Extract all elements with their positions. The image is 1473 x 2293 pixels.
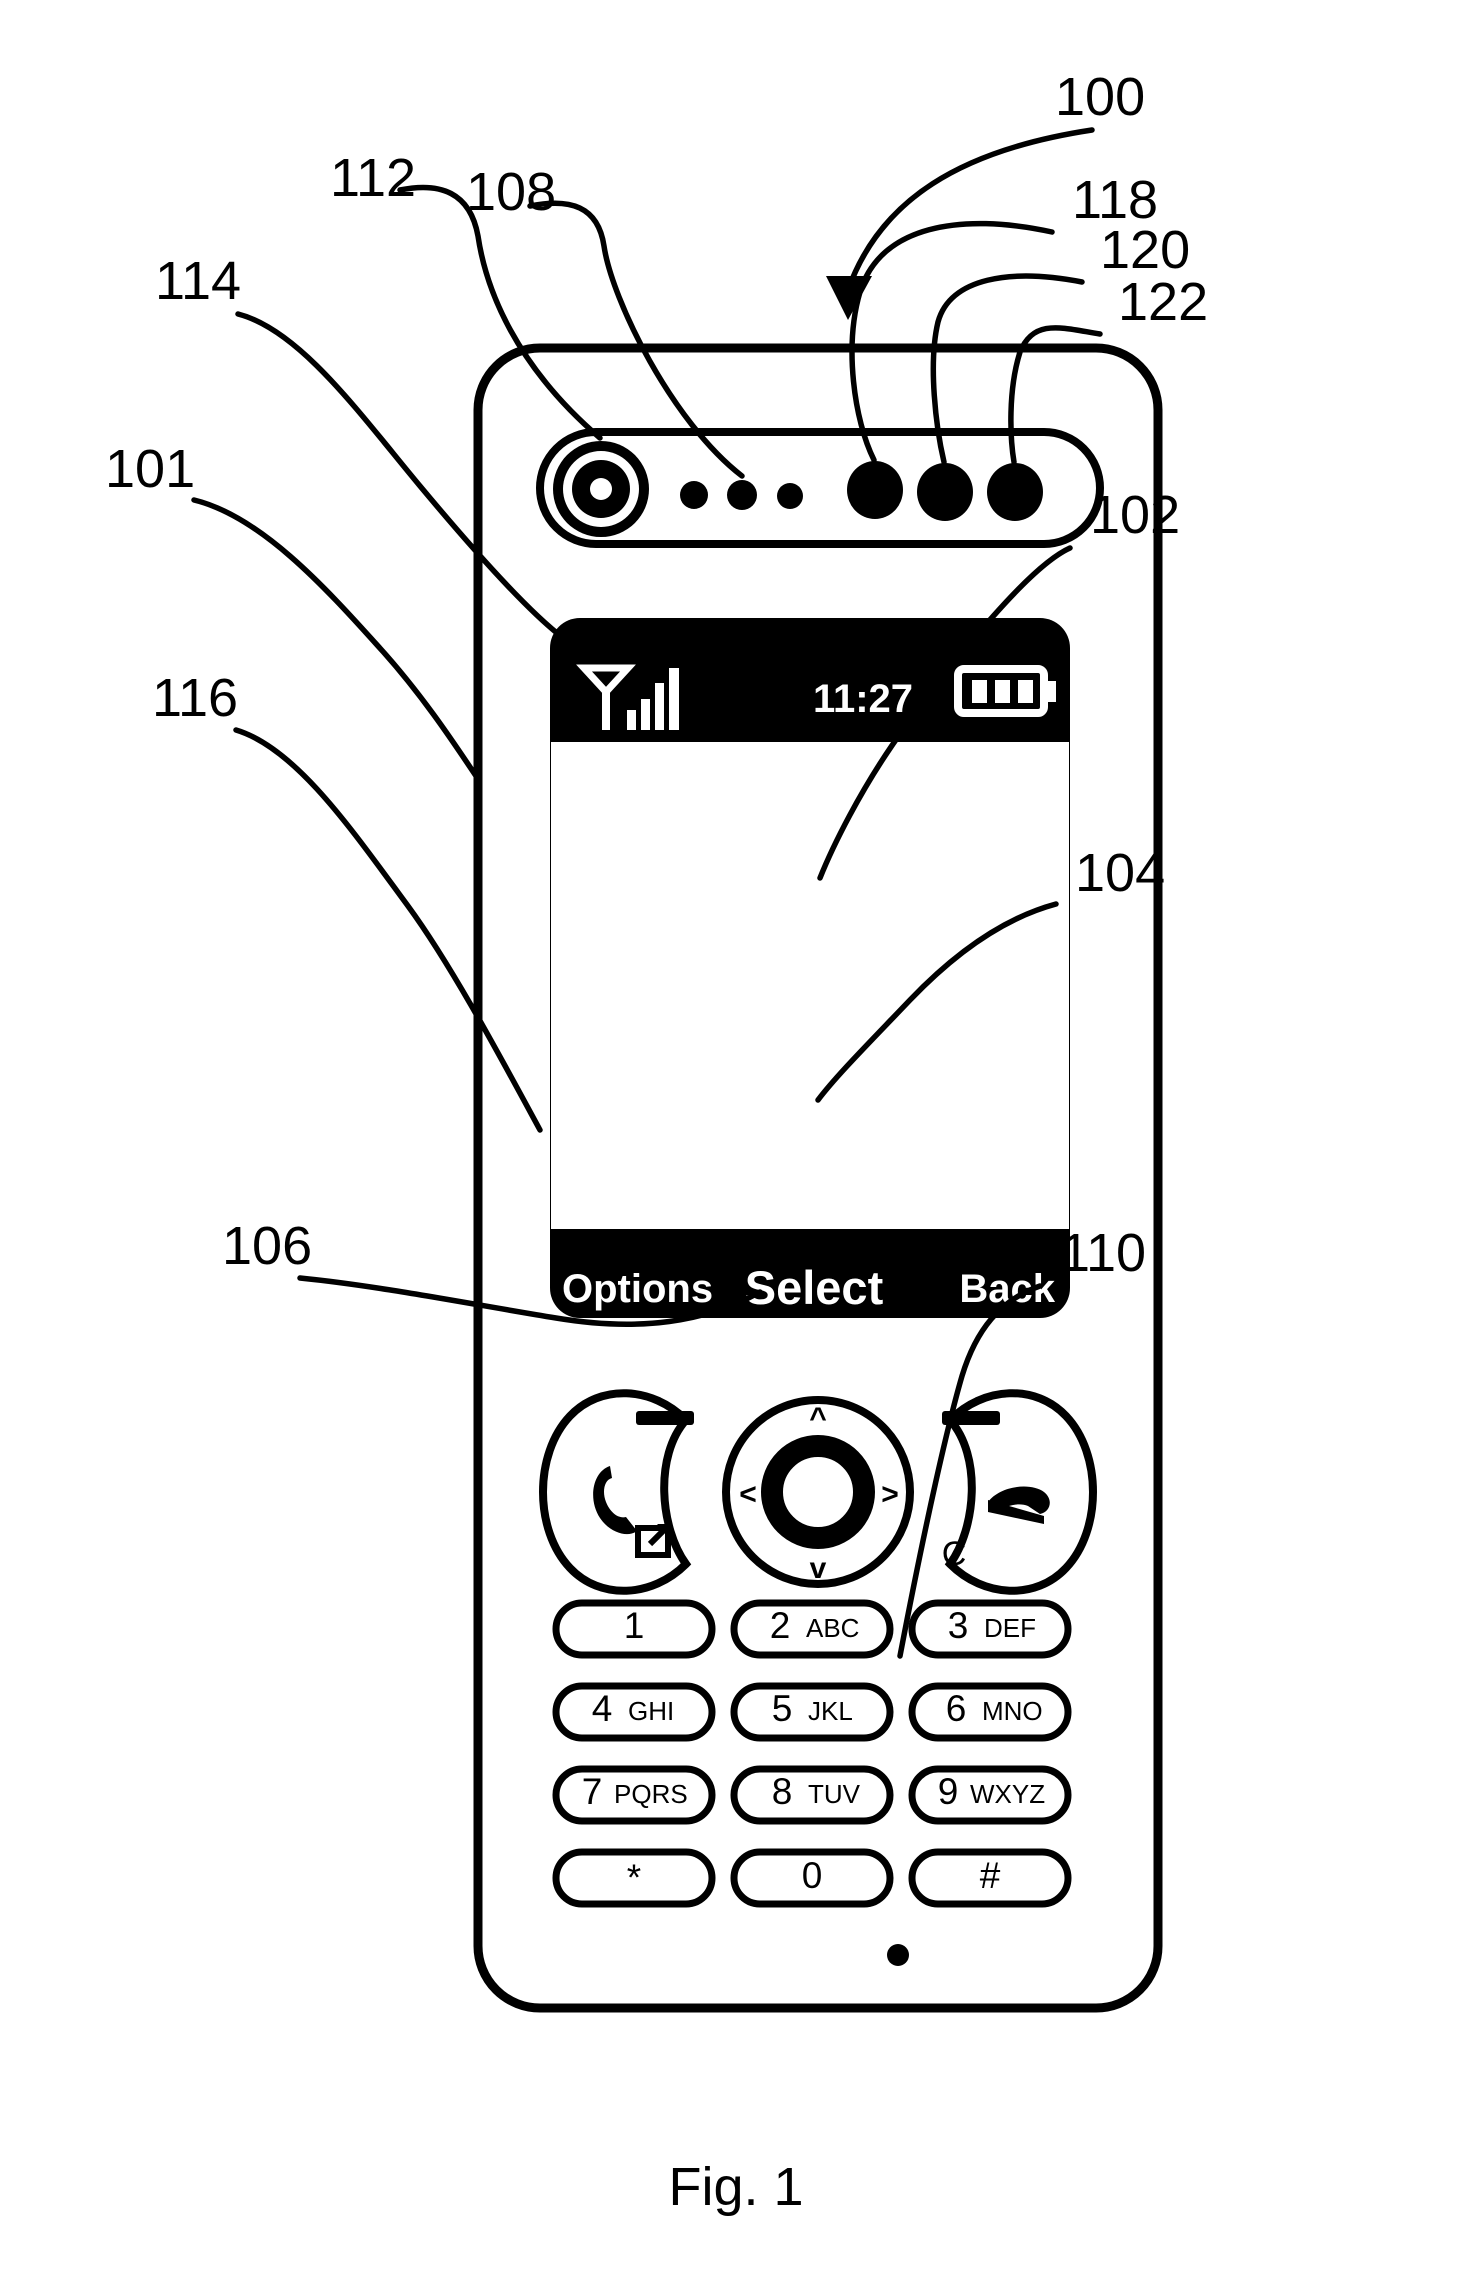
key-7[interactable]: 7 PQRS: [552, 1765, 716, 1825]
ref-110: 110: [1060, 1223, 1146, 1283]
key-8[interactable]: 8 TUV: [730, 1765, 894, 1825]
camera-lens-icon: [553, 441, 649, 537]
key-hash[interactable]: #: [908, 1848, 1072, 1908]
key-letters: WXYZ: [970, 1779, 1045, 1809]
ref-102: 102: [1090, 485, 1180, 545]
ref-120: 120: [1100, 220, 1190, 280]
softkey-select[interactable]: Select: [745, 1261, 884, 1314]
key-letters: DEF: [984, 1613, 1036, 1643]
top-band: [536, 428, 1104, 548]
key-0[interactable]: 0: [730, 1848, 894, 1908]
key-122[interactable]: [987, 463, 1043, 521]
key-digit: #: [980, 1855, 1001, 1896]
key-digit: 9: [938, 1771, 959, 1812]
key-digit: 1: [624, 1605, 645, 1646]
phone-assembly: 11:27 Options Select Back ^ v < > C 1 2 …: [473, 343, 1163, 2013]
ref-100: 100: [1055, 67, 1145, 127]
speaker-hole: [777, 483, 803, 509]
key-digit: 5: [772, 1688, 793, 1729]
key-6[interactable]: 6 MNO: [908, 1682, 1072, 1742]
figure-caption: Fig. 1: [668, 2157, 803, 2217]
ref-108: 108: [466, 162, 556, 222]
key-digit: 2: [770, 1605, 791, 1646]
key-letters: PQRS: [614, 1779, 688, 1809]
key-digit: 4: [592, 1688, 613, 1729]
key-digit: *: [627, 1857, 641, 1898]
key-120[interactable]: [917, 463, 973, 521]
key-9[interactable]: 9 WXYZ: [908, 1765, 1072, 1825]
softkey-options[interactable]: Options: [562, 1267, 713, 1311]
ref-114: 114: [155, 251, 241, 311]
key-letters: MNO: [982, 1696, 1043, 1726]
status-clock: 11:27: [813, 677, 913, 721]
key-3[interactable]: 3 DEF: [908, 1599, 1072, 1659]
ref-112: 112: [330, 148, 416, 208]
nav-down-icon[interactable]: v: [810, 1552, 827, 1585]
key-118[interactable]: [847, 461, 903, 519]
key-star[interactable]: *: [552, 1848, 716, 1908]
key-digit: 3: [948, 1605, 969, 1646]
navigation-key[interactable]: ^ v < >: [722, 1396, 914, 1588]
ref-101: 101: [105, 439, 195, 499]
ref-104: 104: [1075, 843, 1165, 903]
microphone: [887, 1944, 909, 1966]
nav-up-icon[interactable]: ^: [809, 1402, 827, 1435]
nav-right-icon[interactable]: >: [881, 1478, 899, 1511]
ref-106: 106: [222, 1216, 312, 1276]
key-letters: ABC: [806, 1613, 859, 1643]
nav-left-icon[interactable]: <: [739, 1478, 757, 1511]
speaker-holes: [680, 480, 803, 510]
control-key-cluster: ^ v < > C: [539, 1389, 1097, 1595]
figure-canvas: 11:27 Options Select Back ^ v < > C 1 2 …: [105, 67, 1208, 2217]
key-letters: JKL: [808, 1696, 853, 1726]
clear-key-label[interactable]: C: [942, 1535, 967, 1573]
speaker-hole: [680, 481, 708, 509]
key-digit: 7: [582, 1771, 603, 1812]
key-2[interactable]: 2 ABC: [730, 1599, 894, 1659]
key-4[interactable]: 4 GHI: [552, 1682, 716, 1742]
keypad-row: 1 2 ABC 3 DEF: [552, 1599, 1072, 1659]
patent-figure: 11:27 Options Select Back ^ v < > C 1 2 …: [0, 0, 1473, 2293]
ref-122: 122: [1118, 272, 1208, 332]
screen-module: 11:27 Options Select Back: [550, 618, 1070, 1318]
keypad-row: 7 PQRS 8 TUV 9 WXYZ: [552, 1765, 1072, 1825]
keypad-row: 4 GHI 5 JKL 6 MNO: [552, 1682, 1072, 1742]
key-digit: 0: [802, 1855, 823, 1896]
key-letters: TUV: [808, 1779, 861, 1809]
display[interactable]: [551, 742, 1069, 1229]
key-letters: GHI: [628, 1696, 674, 1726]
key-digit: 6: [946, 1688, 967, 1729]
call-key-dash: [636, 1411, 694, 1425]
softkey-bar: Options Select Back: [562, 1261, 1056, 1314]
key-5[interactable]: 5 JKL: [730, 1682, 894, 1742]
key-digit: 8: [772, 1771, 793, 1812]
keypad-row: * 0 #: [552, 1848, 1072, 1908]
speaker-hole: [727, 480, 757, 510]
key-1[interactable]: 1: [552, 1599, 716, 1659]
ref-116: 116: [152, 668, 238, 728]
